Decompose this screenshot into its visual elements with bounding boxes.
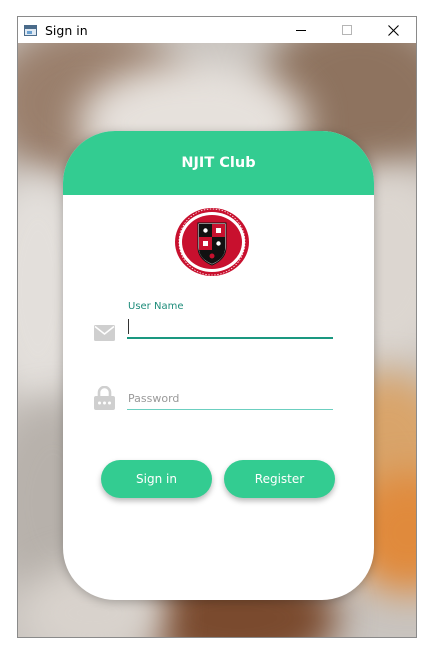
- username-input[interactable]: [127, 317, 333, 339]
- minimize-button[interactable]: [278, 17, 324, 43]
- close-icon: [387, 24, 399, 36]
- blurred-background: NJIT Club User Name Sign in Register: [18, 43, 416, 637]
- app-icon: [24, 24, 37, 36]
- login-card: NJIT Club User Name Sign in Register: [63, 131, 374, 600]
- app-window: Sign in NJIT Club User Name Sign in Regi…: [17, 16, 417, 638]
- username-label: User Name: [128, 301, 184, 312]
- njit-seal-logo: [175, 208, 249, 276]
- card-title: NJIT Club: [181, 155, 256, 171]
- maximize-icon: [342, 25, 352, 35]
- card-header: NJIT Club: [63, 131, 374, 195]
- text-caret: [128, 319, 129, 334]
- minimize-icon: [296, 30, 306, 31]
- title-bar[interactable]: Sign in: [18, 17, 416, 43]
- mail-icon: [94, 325, 115, 345]
- register-button[interactable]: Register: [224, 460, 335, 498]
- close-button[interactable]: [370, 17, 416, 43]
- maximize-button[interactable]: [324, 17, 370, 43]
- window-title: Sign in: [45, 22, 88, 38]
- lock-icon: [94, 385, 115, 414]
- sign-in-button[interactable]: Sign in: [101, 460, 212, 498]
- password-input[interactable]: [127, 387, 333, 410]
